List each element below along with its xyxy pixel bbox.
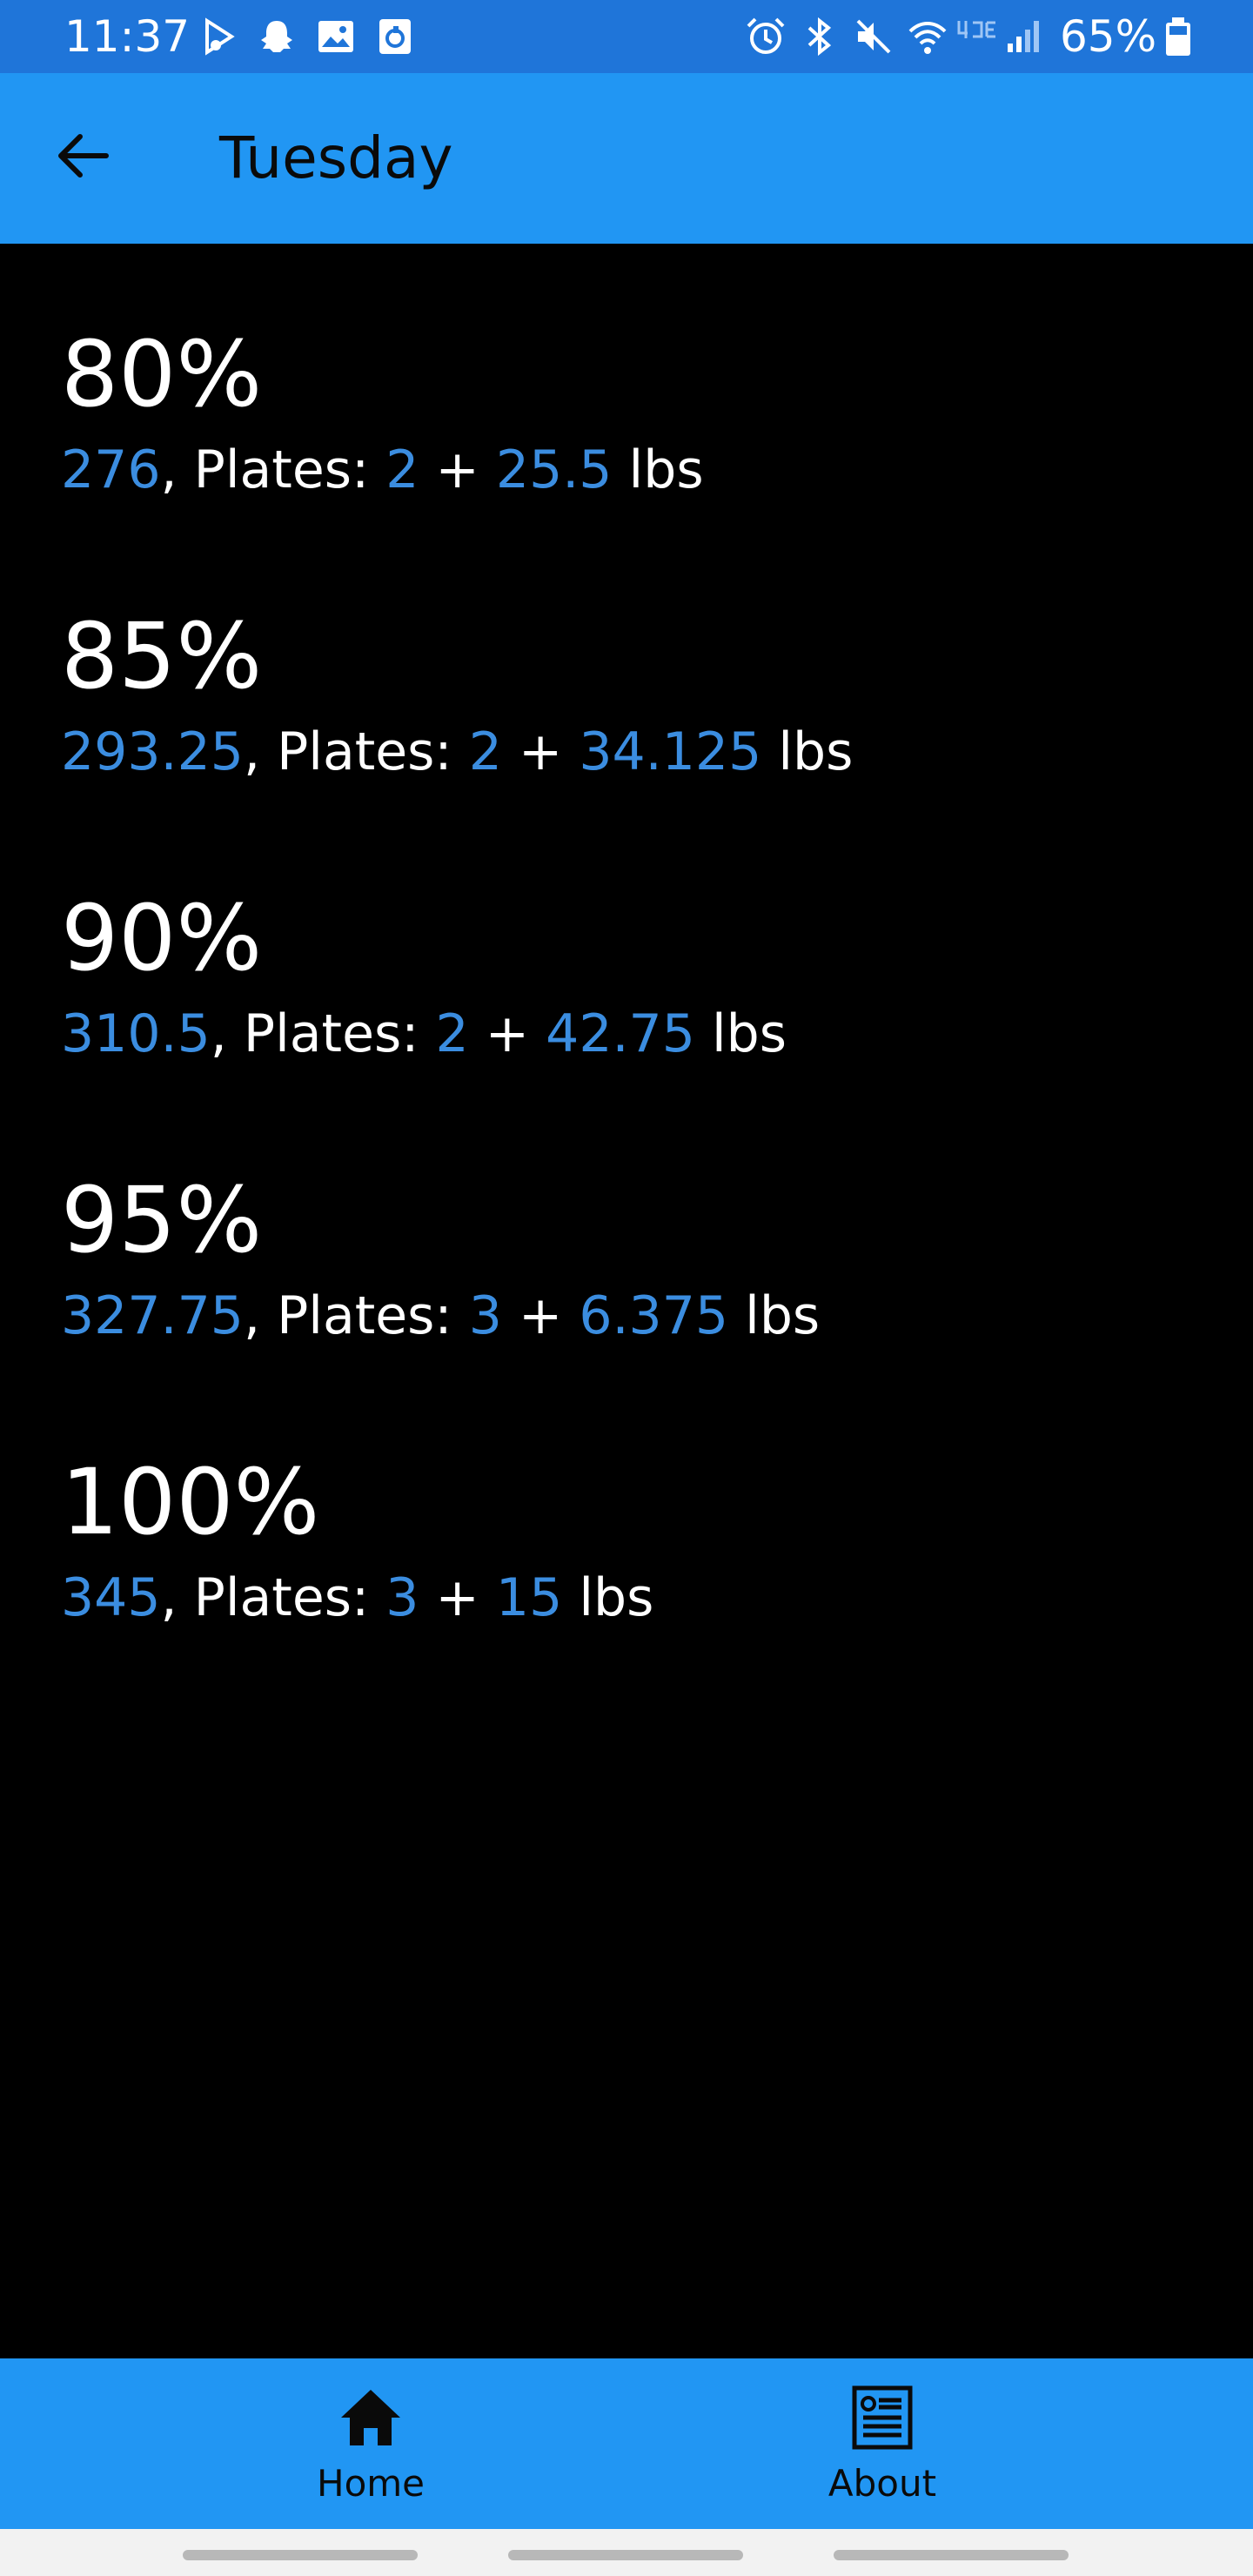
snapchat-ghost-icon bbox=[261, 21, 292, 52]
battery-percent: 65% bbox=[1060, 11, 1157, 62]
weight-detail: 276, Plates: 2 + 25.5 lbs bbox=[61, 435, 704, 505]
gallery-image-icon bbox=[318, 21, 353, 52]
weight-detail: 327.75, Plates: 3 + 6.375 lbs bbox=[61, 1281, 820, 1351]
nav-item-about[interactable]: About bbox=[569, 2358, 1196, 2529]
extra-weight: 25.5 bbox=[495, 439, 613, 500]
signal-icon bbox=[1008, 21, 1039, 52]
bluetooth-icon bbox=[807, 17, 832, 57]
plus-sign: + bbox=[501, 1285, 580, 1346]
mute-icon bbox=[856, 19, 891, 54]
music-note-icon bbox=[205, 17, 235, 56]
gesture-pill-right[interactable] bbox=[834, 2550, 1069, 2560]
weight-value: 327.75 bbox=[61, 1285, 244, 1346]
plates-label: , Plates: bbox=[243, 721, 469, 782]
gesture-pill-center[interactable] bbox=[508, 2550, 743, 2560]
plates-label: , Plates: bbox=[160, 1567, 386, 1628]
unit-label: lbs bbox=[612, 439, 704, 500]
extra-weight: 15 bbox=[495, 1567, 563, 1628]
plates-count: 3 bbox=[468, 1285, 502, 1346]
percent-label: 95% bbox=[61, 1167, 263, 1273]
bottom-navigation: Home About bbox=[0, 2358, 1253, 2529]
plus-sign: + bbox=[501, 721, 580, 782]
percent-label: 100% bbox=[61, 1449, 320, 1555]
extra-weight: 42.75 bbox=[546, 1003, 695, 1064]
weight-detail: 310.5, Plates: 2 + 42.75 lbs bbox=[61, 999, 787, 1069]
weight-value: 293.25 bbox=[61, 721, 244, 782]
plates-count: 3 bbox=[385, 1567, 419, 1628]
lte-icon bbox=[957, 21, 995, 38]
unit-label: lbs bbox=[562, 1567, 654, 1628]
unit-label: lbs bbox=[761, 721, 854, 782]
back-button[interactable] bbox=[44, 117, 122, 195]
plates-label: , Plates: bbox=[243, 1285, 469, 1346]
unit-label: lbs bbox=[728, 1285, 821, 1346]
plus-sign: + bbox=[419, 439, 496, 500]
plates-label: , Plates: bbox=[160, 439, 386, 500]
extra-weight: 6.375 bbox=[579, 1285, 729, 1346]
page-title: Tuesday bbox=[219, 124, 453, 191]
battery-icon bbox=[1166, 17, 1190, 56]
unit-label: lbs bbox=[694, 1003, 787, 1064]
percent-label: 80% bbox=[61, 321, 263, 427]
status-time: 11:37 bbox=[64, 11, 191, 62]
nav-label-about: About bbox=[828, 2462, 937, 2505]
plates-count: 2 bbox=[385, 439, 419, 500]
plus-sign: + bbox=[419, 1567, 496, 1628]
weight-value: 310.5 bbox=[61, 1003, 211, 1064]
plates-count: 2 bbox=[435, 1003, 469, 1064]
extra-weight: 34.125 bbox=[579, 721, 762, 782]
home-icon bbox=[341, 2390, 400, 2445]
screen: 11:37 65% Tuesday 80% 276, Plates: 2 + 2… bbox=[0, 0, 1253, 2576]
weight-value: 345 bbox=[61, 1567, 161, 1628]
refresh-app-icon bbox=[379, 19, 411, 54]
weight-detail: 345, Plates: 3 + 15 lbs bbox=[61, 1563, 653, 1633]
alarm-icon bbox=[747, 17, 785, 54]
wifi-icon bbox=[908, 22, 947, 54]
percent-label: 90% bbox=[61, 885, 263, 991]
newspaper-icon bbox=[852, 2385, 913, 2450]
weight-value: 276 bbox=[61, 439, 161, 500]
app-bar: Tuesday bbox=[0, 73, 1253, 244]
system-navigation-bar bbox=[0, 2529, 1253, 2576]
plus-sign: + bbox=[468, 1003, 546, 1064]
arrow-left-icon bbox=[58, 134, 109, 178]
weight-detail: 293.25, Plates: 2 + 34.125 lbs bbox=[61, 717, 853, 787]
percent-label: 85% bbox=[61, 603, 263, 709]
plates-count: 2 bbox=[468, 721, 502, 782]
status-bar: 11:37 65% bbox=[0, 0, 1253, 73]
gesture-pill-left[interactable] bbox=[183, 2550, 418, 2560]
plates-label: , Plates: bbox=[210, 1003, 436, 1064]
